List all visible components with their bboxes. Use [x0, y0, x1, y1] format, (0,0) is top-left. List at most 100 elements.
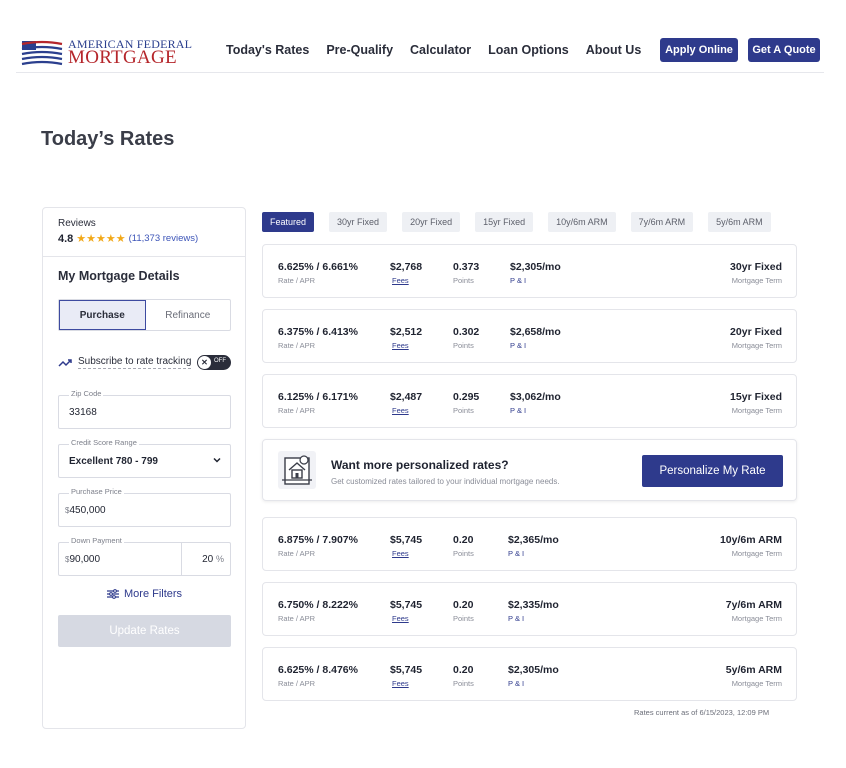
points-value: 0.302: [453, 326, 480, 338]
fees-link[interactable]: Fees: [392, 276, 409, 285]
fees-value: $2,512: [390, 326, 423, 338]
payment-value: $2,335/mo: [508, 599, 559, 611]
toggle-off-label: OFF: [214, 358, 226, 364]
rate-card[interactable]: 6.875% / 7.907% Rate / APR $5,745 Fees 0…: [262, 517, 797, 571]
down-payment-percent[interactable]: 20 %: [202, 554, 224, 565]
term-label: Mortgage Term: [731, 276, 782, 285]
points-value: 0.20: [453, 599, 474, 611]
chevron-down-icon: [213, 457, 221, 463]
term-value: 5y/6m ARM: [725, 664, 782, 676]
page-title: Today’s Rates: [41, 128, 175, 150]
loan-purpose-toggle: Purchase Refinance: [58, 299, 231, 331]
term-label: Mortgage Term: [731, 549, 782, 558]
points-label: Points: [453, 549, 474, 558]
rate-apr-label: Rate / APR: [278, 276, 316, 285]
payment-value: $2,305/mo: [508, 664, 559, 676]
reviews-line: 4.8 ★★★★★ (11,373 reviews): [58, 232, 230, 246]
points-label: Points: [453, 614, 474, 623]
term-value: 30yr Fixed: [730, 261, 782, 273]
payment-label: P & I: [508, 679, 525, 688]
personalize-promo: Want more personalized rates? Get custom…: [262, 439, 797, 501]
fees-link[interactable]: Fees: [392, 341, 409, 350]
promo-title: Want more personalized rates?: [331, 458, 509, 472]
personalize-my-rate-button[interactable]: Personalize My Rate: [642, 455, 783, 487]
fees-link[interactable]: Fees: [392, 679, 409, 688]
mortgage-details-panel: Reviews 4.8 ★★★★★ (11,373 reviews) My Mo…: [42, 207, 246, 729]
down-payment-field[interactable]: Down Payment $90,000 20 %: [58, 536, 231, 576]
tab-15yr-fixed[interactable]: 15yr Fixed: [475, 212, 534, 232]
tab-5y-6m-arm[interactable]: 5y/6m ARM: [708, 212, 771, 232]
rate-apr-value: 6.625% / 6.661%: [278, 261, 358, 273]
term-label: Mortgage Term: [731, 406, 782, 415]
star-rating-icon: ★★★★★: [76, 233, 126, 245]
points-value: 0.295: [453, 391, 480, 403]
fees-value: $5,745: [390, 664, 423, 676]
payment-label: P & I: [510, 276, 527, 285]
tab-10y-6m-arm[interactable]: 10y/6m ARM: [548, 212, 616, 232]
points-value: 0.20: [453, 664, 474, 676]
fees-value: $5,745: [390, 534, 423, 546]
rate-tracking-label: Subscribe to rate tracking: [78, 356, 192, 369]
rate-apr-label: Rate / APR: [278, 679, 316, 688]
apply-online-button[interactable]: Apply Online: [660, 38, 738, 62]
payment-value: $3,062/mo: [510, 391, 561, 403]
rate-card[interactable]: 6.625% / 6.661% Rate / APR $2,768 Fees 0…: [262, 244, 797, 298]
nav-about-us[interactable]: About Us: [586, 43, 642, 57]
rate-card[interactable]: 6.375% / 6.413% Rate / APR $2,512 Fees 0…: [262, 309, 797, 363]
purchase-price-amount: 450,000: [69, 505, 106, 516]
purchase-price-label: Purchase Price: [69, 487, 124, 496]
fees-link[interactable]: Fees: [392, 406, 409, 415]
nav-todays-rates[interactable]: Today's Rates: [226, 43, 309, 57]
rate-apr-value: 6.125% / 6.171%: [278, 391, 358, 403]
rate-tracking-switch[interactable]: ✕ OFF: [197, 355, 231, 370]
purchase-price-field[interactable]: Purchase Price $450,000: [58, 487, 231, 527]
credit-score-select[interactable]: Credit Score Range Excellent 780 - 799: [58, 438, 231, 478]
payment-value: $2,365/mo: [508, 534, 559, 546]
trend-up-icon: [58, 358, 72, 367]
points-value: 0.373: [453, 261, 480, 273]
refinance-button[interactable]: Refinance: [146, 300, 231, 330]
brand-logo[interactable]: AMERICAN FEDERAL MORTGAGE: [20, 36, 192, 68]
tab-featured[interactable]: Featured: [262, 212, 315, 232]
down-payment-label: Down Payment: [69, 536, 124, 545]
more-filters-button[interactable]: More Filters: [107, 588, 182, 600]
fees-link[interactable]: Fees: [392, 614, 409, 623]
payment-label: P & I: [510, 406, 527, 415]
down-payment-value: $90,000: [65, 554, 100, 565]
purchase-button[interactable]: Purchase: [59, 300, 146, 330]
payment-label: P & I: [510, 341, 527, 350]
fees-link[interactable]: Fees: [392, 549, 409, 558]
house-document-icon: [278, 451, 316, 489]
nav-calculator[interactable]: Calculator: [410, 43, 471, 57]
term-label: Mortgage Term: [731, 341, 782, 350]
rate-apr-value: 6.750% / 8.222%: [278, 599, 358, 611]
credit-score-value: Excellent 780 - 799: [69, 456, 158, 467]
rate-card[interactable]: 6.625% / 8.476% Rate / APR $5,745 Fees 0…: [262, 647, 797, 701]
reviews-label: Reviews: [58, 218, 96, 229]
site-header: AMERICAN FEDERAL MORTGAGE Today's Rates …: [16, 30, 824, 73]
points-value: 0.20: [453, 534, 474, 546]
review-count-link[interactable]: (11,373 reviews): [129, 233, 199, 244]
get-a-quote-button[interactable]: Get A Quote: [748, 38, 820, 62]
tab-7y-6m-arm[interactable]: 7y/6m ARM: [630, 212, 694, 232]
nav-loan-options[interactable]: Loan Options: [488, 43, 569, 57]
rate-apr-label: Rate / APR: [278, 614, 316, 623]
tab-30yr-fixed[interactable]: 30yr Fixed: [329, 212, 388, 232]
tab-20yr-fixed[interactable]: 20yr Fixed: [402, 212, 461, 232]
sliders-icon: [107, 589, 119, 599]
zip-code-field[interactable]: Zip Code 33168: [58, 389, 231, 429]
fees-value: $5,745: [390, 599, 423, 611]
rate-apr-label: Rate / APR: [278, 341, 316, 350]
term-value: 7y/6m ARM: [725, 599, 782, 611]
nav-pre-qualify[interactable]: Pre-Qualify: [326, 43, 393, 57]
reviews-summary: Reviews 4.8 ★★★★★ (11,373 reviews): [43, 208, 245, 257]
payment-label: P & I: [508, 549, 525, 558]
payment-value: $2,658/mo: [510, 326, 561, 338]
purchase-price-value: $450,000: [65, 505, 106, 516]
main-nav: Today's Rates Pre-Qualify Calculator Loa…: [226, 43, 658, 57]
rate-card[interactable]: 6.125% / 6.171% Rate / APR $2,487 Fees 0…: [262, 374, 797, 428]
rate-apr-value: 6.625% / 8.476%: [278, 664, 358, 676]
rate-card[interactable]: 6.750% / 8.222% Rate / APR $5,745 Fees 0…: [262, 582, 797, 636]
update-rates-button[interactable]: Update Rates: [58, 615, 231, 647]
rate-apr-value: 6.875% / 7.907%: [278, 534, 358, 546]
